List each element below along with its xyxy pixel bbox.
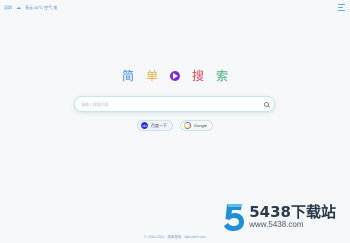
copyright-text: © 2018-2022 xyxy=(144,235,165,239)
search-icon[interactable] xyxy=(264,101,269,107)
baidu-search-button[interactable]: du 百度一下 xyxy=(137,120,174,131)
logo-char: 简 xyxy=(121,69,134,83)
watermark-logo-icon xyxy=(224,204,245,231)
menu-line xyxy=(338,10,345,11)
city-label: 深圳 xyxy=(4,5,12,10)
author-link[interactable]: 简单搜索 xyxy=(167,235,181,240)
play-icon xyxy=(170,70,180,81)
logo-char: 单 xyxy=(145,69,158,83)
search-bar xyxy=(74,96,275,112)
search-engine-buttons: du 百度一下 Google xyxy=(0,120,350,131)
cloud-icon: ☁ xyxy=(16,5,21,11)
weather-bar: 深圳 ☁ 多云 26°C 空气 良 xyxy=(4,3,57,13)
google-label: Google xyxy=(194,123,207,128)
footer: © 2018-2022 简单搜索 dijia.html.com xyxy=(0,235,350,240)
menu-line xyxy=(338,7,343,8)
menu-line xyxy=(338,4,345,5)
logo-char: 搜 xyxy=(192,69,205,83)
watermark: 5438下载站 www.5438.com xyxy=(223,202,336,232)
logo-char: 索 xyxy=(216,69,229,83)
baidu-label: 百度一下 xyxy=(151,122,168,128)
google-search-button[interactable]: Google xyxy=(180,120,213,131)
site-logo: 简 单 搜 索 xyxy=(0,67,350,84)
watermark-title: 5438下载站 xyxy=(249,203,336,221)
google-icon xyxy=(184,122,192,129)
watermark-url: www.5438.com xyxy=(249,220,304,229)
site-link[interactable]: dijia.html.com xyxy=(184,235,205,240)
menu-button[interactable] xyxy=(338,4,345,11)
search-input[interactable] xyxy=(81,101,264,107)
weather-text: 多云 26°C 空气 良 xyxy=(25,5,58,10)
baidu-icon: du xyxy=(141,122,149,129)
